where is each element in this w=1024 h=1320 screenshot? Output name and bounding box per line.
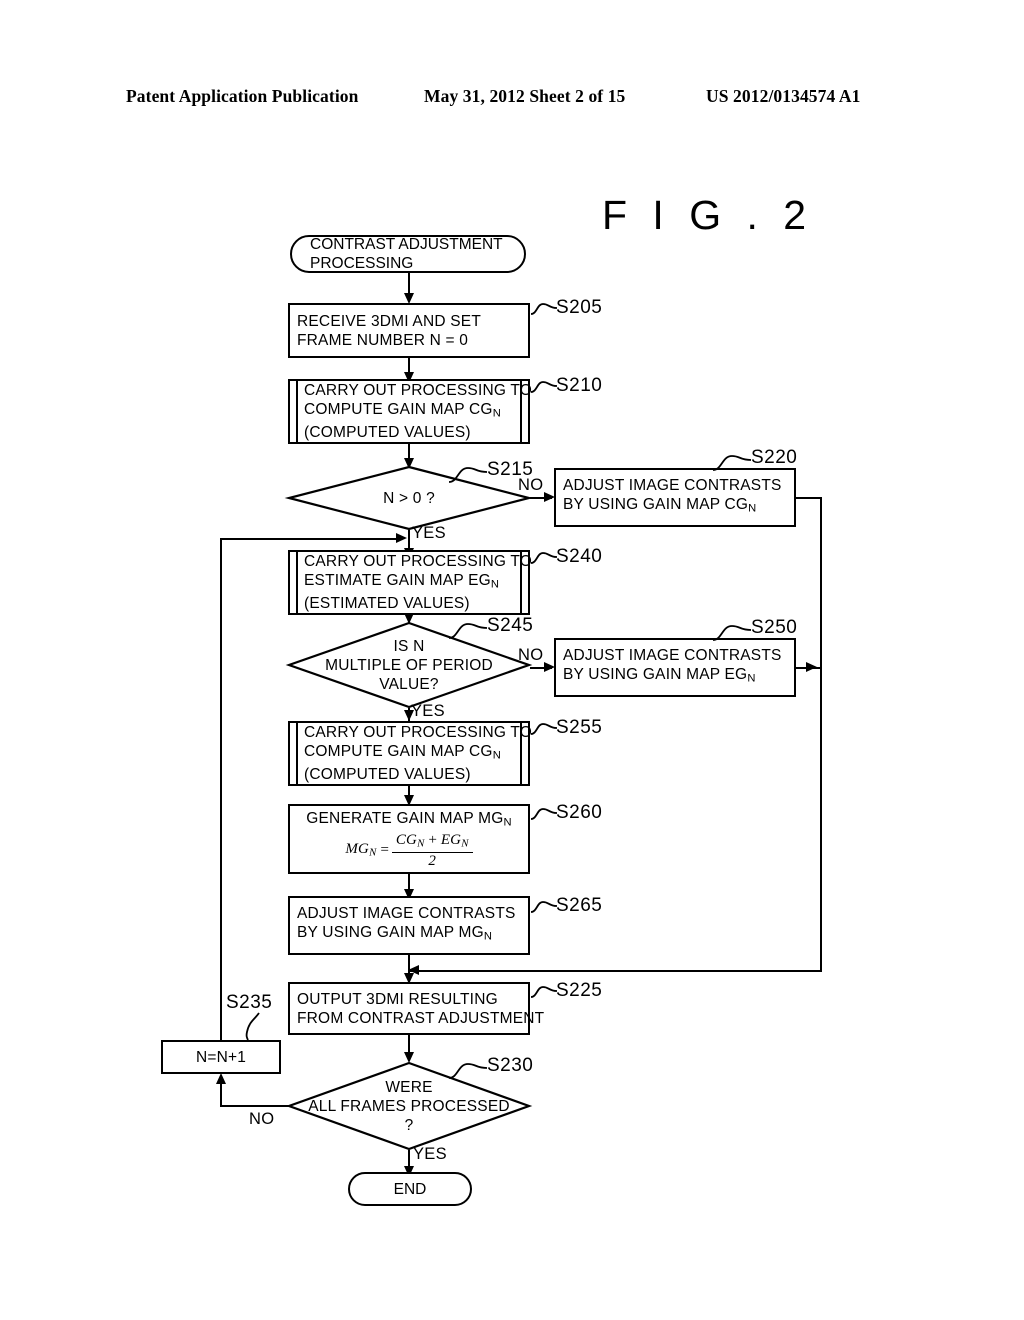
node-s250-adjust-contrast-eg[interactable]: ADJUST IMAGE CONTRASTS BY USING GAIN MAP… [554,638,796,697]
s210-line-3: (COMPUTED VALUES) [304,424,471,442]
step-ref-s260: S260 [556,802,603,823]
step-ref-s250: S250 [751,617,798,638]
step-ref-s240: S240 [556,546,603,567]
s225-line-1: OUTPUT 3DMI RESULTING [297,990,498,1008]
branch-label-s245-no: NO [518,646,544,664]
step-ref-s225: S225 [556,980,603,1001]
leader-s265 [530,901,558,913]
publication-date-sheet: May 31, 2012 Sheet 2 of 15 [424,86,626,106]
leader-s220 [712,455,752,471]
node-s210-compute-gain-map[interactable]: CARRY OUT PROCESSING TO COMPUTE GAIN MAP… [288,378,532,445]
equation-fraction: CGN + EGN 2 [391,832,473,869]
connector-s230-no-vertical [220,1082,222,1106]
s225-line-2: FROM CONTRAST ADJUSTMENT [297,1009,545,1027]
s220-line-2: BY USING GAIN MAP CGN [563,496,757,515]
s240-line-3: (ESTIMATED VALUES) [304,595,470,613]
leader-s255 [530,723,558,735]
node-s235-increment-n[interactable]: N=N+1 [161,1040,281,1074]
connector-return-bus-vertical [820,497,822,972]
s255-line-2: COMPUTE GAIN MAP CGN [304,742,501,762]
branch-label-s215-yes: YES [412,524,446,542]
step-ref-s235: S235 [226,992,273,1013]
equation-denominator: 2 [428,852,437,869]
s210-line-1: CARRY OUT PROCESSING TO [304,381,532,399]
node-s205-receive-3dmi[interactable]: RECEIVE 3DMI AND SET FRAME NUMBER N = 0 [288,303,530,358]
step-ref-s245: S245 [487,615,534,636]
leader-s230 [448,1063,488,1079]
node-s240-estimate-gain-map[interactable]: CARRY OUT PROCESSING TO ESTIMATE GAIN MA… [288,549,532,616]
s255-line-3: (COMPUTED VALUES) [304,766,471,784]
s240-line-2: ESTIMATE GAIN MAP EGN [304,571,500,591]
step-ref-s265: S265 [556,895,603,916]
equation-equals: = [379,842,390,859]
step-ref-s230: S230 [487,1055,534,1076]
s205-line-2: FRAME NUMBER N = 0 [297,331,469,349]
s240-line-1: CARRY OUT PROCESSING TO [304,552,532,570]
leader-s215 [448,467,488,483]
node-s225-output-3dmi[interactable]: OUTPUT 3DMI RESULTING FROM CONTRAST ADJU… [288,982,545,1035]
leader-s260 [530,808,558,820]
end-line-1: END [393,1180,427,1198]
leader-s235 [245,1012,260,1041]
node-end-terminator[interactable]: END [348,1172,472,1206]
equation-lhs: MGN [345,840,377,858]
step-ref-s215: S215 [487,459,534,480]
s250-line-1: ADJUST IMAGE CONTRASTS [563,647,782,665]
connector-s220-to-return-bus [796,497,822,499]
s260-equation-row: MGN = CGN + EGN 2 [290,832,528,869]
s235-line-1: N=N+1 [195,1048,247,1066]
arrowhead-s230-no-to-s235 [215,1073,226,1084]
branch-label-s245-yes: YES [411,702,445,720]
node-start-terminator[interactable]: CONTRAST ADJUSTMENT PROCESSING [290,235,526,273]
step-ref-s220: S220 [751,447,798,468]
node-s265-adjust-contrast-mg[interactable]: ADJUST IMAGE CONTRASTS BY USING GAIN MAP… [288,896,530,955]
node-s260-generate-gain-map-mg[interactable]: GENERATE GAIN MAP MGN MGN = CGN + EGN 2 [288,804,530,874]
arrowhead-s250-to-return-bus [806,661,817,672]
step-ref-s205: S205 [556,297,603,318]
connector-loopback-vertical [220,538,222,1042]
leader-s245 [448,623,488,639]
connector-loopback-horizontal [220,538,402,540]
s220-line-1: ADJUST IMAGE CONTRASTS [563,477,782,495]
figure-title: F I G . 2 [602,192,814,238]
start-line-2: PROCESSING [310,255,414,272]
branch-label-s230-yes: YES [413,1145,447,1163]
leader-s225 [530,986,558,998]
connector-s230-no-horizontal [220,1105,290,1107]
page-header: Patent Application Publication May 31, 2… [0,86,1024,112]
step-ref-s255: S255 [556,717,603,738]
s210-line-2: COMPUTE GAIN MAP CGN [304,400,501,420]
leader-s205 [530,303,558,315]
arrowhead-loopback-to-yes-junction [396,533,407,543]
s255-line-1: CARRY OUT PROCESSING TO [304,723,532,741]
branch-label-s230-no: NO [249,1110,275,1128]
leader-s210 [530,381,558,393]
s250-line-2: BY USING GAIN MAP EGN [563,666,756,685]
s205-line-1: RECEIVE 3DMI AND SET [297,312,482,330]
start-line-1: CONTRAST ADJUSTMENT [310,236,503,253]
node-s255-compute-gain-map[interactable]: CARRY OUT PROCESSING TO COMPUTE GAIN MAP… [288,720,532,787]
s265-line-1: ADJUST IMAGE CONTRASTS [297,905,516,923]
publication-type-label: Patent Application Publication [126,86,359,106]
equation-numerator: CGN + EGN [391,832,473,853]
leader-s240 [530,552,558,564]
node-s220-adjust-contrast-cg[interactable]: ADJUST IMAGE CONTRASTS BY USING GAIN MAP… [554,468,796,527]
leader-s250 [712,625,752,641]
s260-equation: MGN = CGN + EGN 2 [345,832,473,869]
publication-number: US 2012/0134574 A1 [706,86,861,106]
s265-line-2: BY USING GAIN MAP MGN [297,924,493,943]
step-ref-s210: S210 [556,375,603,396]
arrowhead-return-bus-to-s225 [408,965,419,975]
s260-line-1: GENERATE GAIN MAP MGN [306,810,512,829]
connector-return-bus-to-s225 [410,970,822,972]
